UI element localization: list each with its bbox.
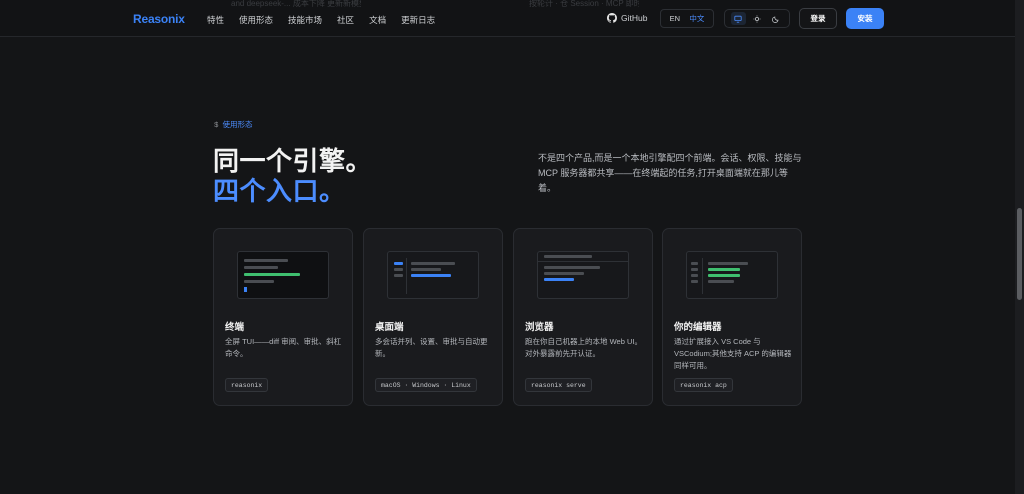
- section-title-line2: 四个入口。: [213, 176, 346, 206]
- card-description: 多会话并列、设置、审批与自动更新。: [375, 337, 488, 358]
- theme-switcher: [724, 9, 790, 28]
- nav-item-docs[interactable]: 文档: [369, 14, 386, 26]
- nav-item-skills-market[interactable]: 技能市场: [288, 14, 322, 26]
- card-editor: 你的编辑器 通过扩展接入 VS Code 与 VSCodium;其他支持 ACP…: [662, 228, 802, 406]
- install-button[interactable]: 安装: [846, 8, 884, 29]
- github-label: GitHub: [621, 13, 648, 23]
- card-command: macOS · Windows · Linux: [375, 378, 477, 392]
- nav-item-features[interactable]: 特性: [207, 14, 224, 26]
- card-title: 桌面端: [375, 322, 404, 333]
- language-switcher: EN 中文: [660, 9, 714, 28]
- logo[interactable]: Reasonix: [133, 12, 185, 26]
- moon-icon: [771, 16, 779, 23]
- theme-light-button[interactable]: [749, 12, 764, 25]
- eyebrow-label: 使用形态: [222, 122, 253, 130]
- nav-item-usage-forms[interactable]: 使用形态: [239, 14, 273, 26]
- card-command: reasonix acp: [674, 378, 733, 392]
- desktop-illustration: [387, 251, 479, 299]
- monitor-icon: [734, 15, 742, 23]
- scrollbar-thumb[interactable]: [1017, 208, 1022, 300]
- card-command: reasonix: [225, 378, 269, 392]
- card-title: 你的编辑器: [674, 322, 722, 333]
- card-description: 通过扩展接入 VS Code 与 VSCodium;其他支持 ACP 的编辑器同…: [674, 337, 792, 370]
- card-command: reasonix serve: [525, 378, 592, 392]
- card-title: 终端: [225, 322, 245, 333]
- nav-item-changelog[interactable]: 更新日志: [401, 14, 435, 26]
- main-nav: 特性 使用形态 技能市场 社区 文档 更新日志: [207, 14, 450, 26]
- theme-dark-button[interactable]: [768, 12, 783, 25]
- nav-item-community[interactable]: 社区: [337, 14, 354, 26]
- top-navigation: and deepseek-... 成本下降 更新新模型下载。 按轮计 · 仓 S…: [0, 0, 1024, 37]
- card-description: 跑在你自己机器上的本地 Web UI。对外暴露前先开认证。: [525, 337, 642, 358]
- lang-en-option[interactable]: EN: [670, 14, 680, 23]
- faded-background-text-right: 按轮计 · 仓 Session · MCP 即时 公开开发: [529, 0, 639, 8]
- card-desktop: 桌面端 多会话并列、设置、审批与自动更新。 macOS · Windows · …: [363, 228, 503, 406]
- sun-icon: [753, 14, 761, 23]
- editor-illustration: [686, 251, 778, 299]
- card-terminal: 终端 全屏 TUI——diff 审阅、审批、斜杠命令。 reasonix: [213, 228, 353, 406]
- login-button[interactable]: 登录: [799, 8, 837, 29]
- eyebrow-symbol: $: [214, 122, 219, 130]
- terminal-illustration: [237, 251, 329, 299]
- theme-system-button[interactable]: [730, 12, 746, 25]
- github-link[interactable]: GitHub: [607, 13, 647, 23]
- faded-background-text-left: and deepseek-... 成本下降 更新新模型下载。: [231, 0, 361, 8]
- section-description: 不是四个产品,而是一个本地引擎配四个前端。会话、权限、技能与 MCP 服务器都共…: [538, 153, 802, 193]
- page-scrollbar[interactable]: [1015, 0, 1024, 494]
- github-icon: [607, 13, 617, 23]
- section-eyebrow: $ 使用形态: [214, 119, 253, 130]
- card-description: 全屏 TUI——diff 审阅、审批、斜杠命令。: [225, 337, 342, 358]
- card-title: 浏览器: [525, 322, 554, 333]
- card-browser: 浏览器 跑在你自己机器上的本地 Web UI。对外暴露前先开认证。 reason…: [513, 228, 653, 406]
- lang-zh-option[interactable]: 中文: [689, 13, 704, 24]
- browser-illustration: [537, 251, 629, 299]
